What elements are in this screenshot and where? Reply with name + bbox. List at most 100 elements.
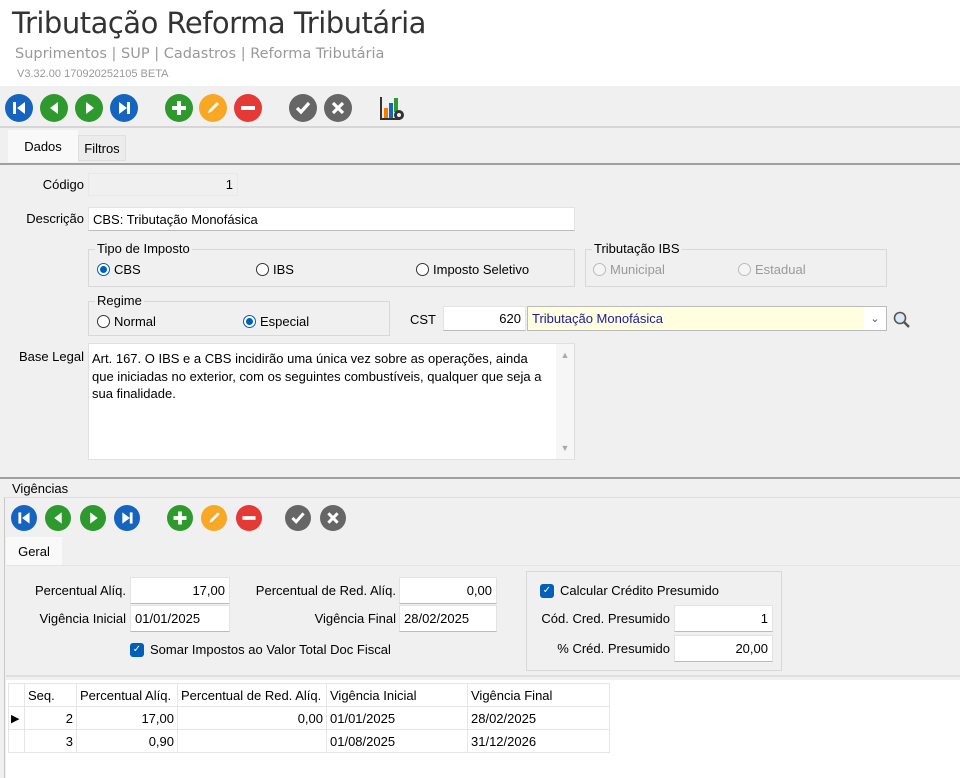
tab-geral[interactable]: Geral [6, 537, 62, 566]
perc-aliq-label: Percentual Alíq. [34, 583, 126, 598]
perc-cred-field[interactable]: 20,00 [674, 635, 773, 662]
table-row[interactable]: 3 0,90 01/08/2025 31/12/2026 [8, 729, 610, 753]
base-legal-text: Art. 167. O IBS e a CBS incidirão uma ún… [92, 351, 542, 401]
column-header[interactable]: Vigência Final [467, 683, 610, 707]
base-legal-textarea[interactable]: Art. 167. O IBS e a CBS incidirão uma ún… [88, 343, 575, 460]
column-header[interactable]: Seq. [24, 683, 77, 707]
page-title: Tributação Reforma Tributária [12, 6, 426, 40]
cell[interactable]: 17,00 [76, 706, 178, 730]
radio-especial[interactable]: Especial [243, 314, 309, 329]
last-icon[interactable] [110, 94, 138, 122]
radio-button[interactable] [256, 263, 269, 276]
cell[interactable]: 31/12/2026 [467, 729, 610, 753]
radio-button[interactable] [97, 315, 110, 328]
radio-label: Imposto Seletivo [433, 262, 530, 277]
edit-icon[interactable] [199, 94, 227, 122]
confirm-icon[interactable] [285, 505, 311, 531]
perc-red-field[interactable]: 0,00 [399, 577, 497, 604]
cell[interactable]: 01/08/2025 [326, 729, 468, 753]
perc-red-label: Percentual de Red. Alíq. [255, 583, 396, 598]
next-icon[interactable] [75, 94, 103, 122]
radio-cbs[interactable]: CBS [97, 262, 141, 277]
divider [0, 477, 960, 479]
indicator-header [8, 683, 25, 707]
report-settings-icon[interactable] [378, 94, 406, 122]
previous-icon[interactable] [45, 505, 71, 531]
delete-icon[interactable] [234, 94, 262, 122]
tab-label: Filtros [84, 140, 120, 156]
cell[interactable]: 3 [24, 729, 77, 753]
table-row[interactable]: ▶ 2 17,00 0,00 01/01/2025 28/02/2025 [8, 706, 610, 730]
cancel-icon[interactable] [320, 505, 346, 531]
first-icon[interactable] [5, 94, 33, 122]
next-icon[interactable] [80, 505, 106, 531]
radio-normal[interactable]: Normal [97, 314, 156, 329]
radio-button[interactable] [97, 263, 110, 276]
cell[interactable]: 01/01/2025 [326, 706, 468, 730]
chevron-down-icon[interactable]: ⌄ [864, 307, 886, 330]
group-caption: Tributação IBS [592, 241, 682, 256]
search-icon[interactable] [892, 310, 912, 333]
radio-estadual[interactable]: Estadual [738, 262, 806, 277]
descricao-label: Descrição [26, 211, 84, 226]
previous-icon[interactable] [40, 94, 68, 122]
radio-label: Estadual [755, 262, 806, 277]
last-icon[interactable] [114, 505, 140, 531]
column-header[interactable]: Percentual de Red. Alíq. [177, 683, 327, 707]
column-header[interactable]: Vigência Inicial [326, 683, 468, 707]
radio-button[interactable] [593, 263, 606, 276]
cell[interactable]: 28/02/2025 [467, 706, 610, 730]
vigencias-label: Vigências [12, 481, 69, 496]
radio-button[interactable] [416, 263, 429, 276]
main-toolbar [0, 86, 960, 128]
radio-imposto-seletivo[interactable]: Imposto Seletivo [416, 262, 529, 277]
radio-label: Especial [260, 314, 310, 329]
cod-cred-label: Cód. Cred. Presumido [541, 611, 670, 626]
cst-label: CST [410, 312, 436, 327]
breadcrumb: Suprimentos | SUP | Cadastros | Reforma … [15, 46, 385, 62]
radio-button[interactable] [243, 315, 256, 328]
add-icon[interactable] [167, 505, 193, 531]
tab-label: Geral [18, 544, 50, 559]
tab-filtros[interactable]: Filtros [78, 135, 126, 161]
cod-cred-field[interactable]: 1 [674, 605, 773, 632]
radio-label: CBS [114, 262, 141, 277]
delete-icon[interactable] [236, 505, 262, 531]
descricao-field[interactable]: CBS: Tributação Monofásica [88, 207, 575, 231]
cst-combo[interactable]: Tributação Monofásica [527, 306, 887, 331]
checkbox-label: Somar Impostos ao Valor Total Doc Fiscal [150, 642, 391, 657]
vigencias-grid: Seq. Percentual Alíq. Percentual de Red.… [6, 680, 960, 778]
edit-icon[interactable] [201, 505, 227, 531]
radio-municipal[interactable]: Municipal [593, 262, 665, 277]
radio-ibs[interactable]: IBS [256, 262, 294, 277]
scrollbar[interactable]: ▲ ▼ [556, 344, 574, 459]
cell[interactable]: 0,00 [177, 706, 327, 730]
vigencias-toolbar [0, 500, 960, 536]
group-caption: Regime [95, 293, 144, 308]
radio-button[interactable] [738, 263, 751, 276]
row-indicator-icon: ▶ [8, 706, 25, 730]
checkbox-checked-icon[interactable]: ✓ [540, 583, 554, 598]
row-indicator [8, 729, 25, 753]
column-header[interactable]: Percentual Alíq. [76, 683, 178, 707]
cell[interactable] [177, 729, 327, 753]
add-icon[interactable] [165, 94, 193, 122]
calc-cred-checkbox[interactable]: ✓ Calcular Crédito Presumido [540, 583, 719, 598]
somar-checkbox[interactable]: ✓ Somar Impostos ao Valor Total Doc Fisca… [130, 642, 391, 657]
first-icon[interactable] [11, 505, 37, 531]
tab-label: Dados [24, 138, 62, 154]
radio-label: Normal [114, 314, 156, 329]
tab-dados[interactable]: Dados [8, 130, 78, 162]
grid-header: Seq. Percentual Alíq. Percentual de Red.… [8, 683, 610, 707]
cell[interactable]: 2 [24, 706, 77, 730]
checkbox-label: Calcular Crédito Presumido [560, 583, 719, 598]
version-label: V3.32.00 170920252105 BETA [17, 68, 169, 80]
checkbox-checked-icon[interactable]: ✓ [130, 642, 144, 657]
confirm-icon[interactable] [289, 94, 317, 122]
cst-code-field[interactable]: 620 [443, 306, 526, 331]
radio-label: IBS [273, 262, 294, 277]
codigo-field[interactable]: 1 [88, 173, 238, 196]
cancel-icon[interactable] [324, 94, 352, 122]
cell[interactable]: 0,90 [76, 729, 178, 753]
vig-fim-field[interactable]: 28/02/2025 [399, 605, 497, 632]
